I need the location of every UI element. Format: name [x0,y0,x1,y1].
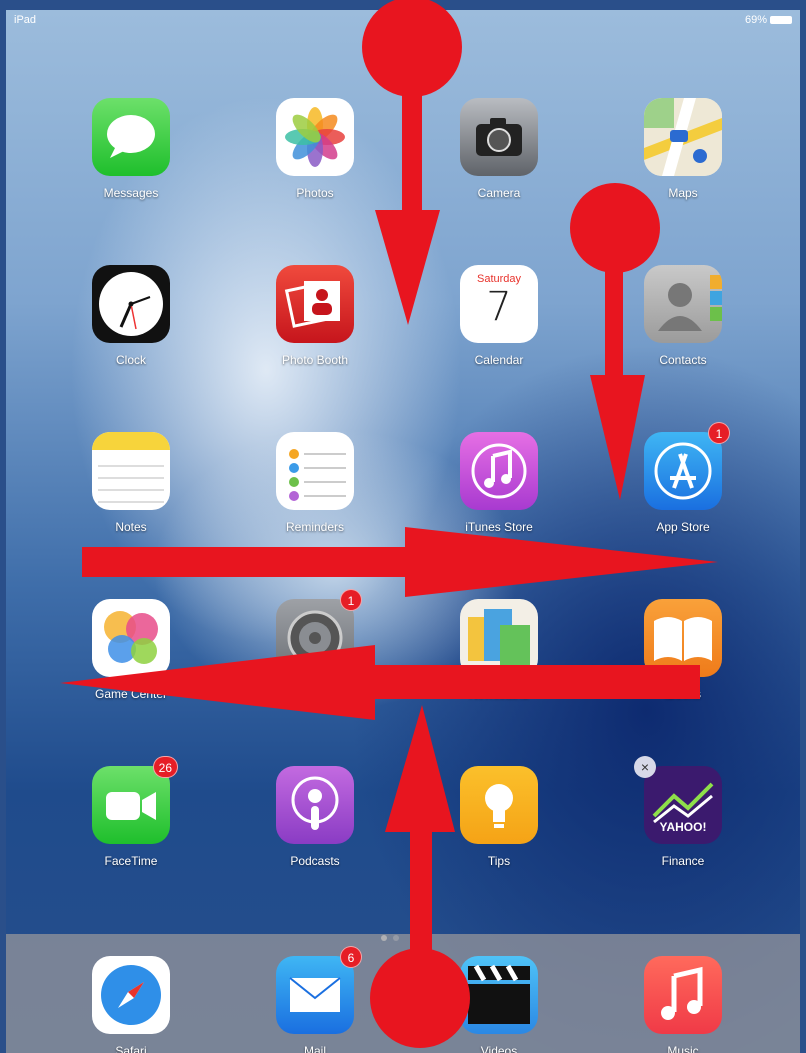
photos-icon [276,98,354,176]
app-label: iBooks [664,687,702,701]
app-label: Settings [293,687,337,701]
clock-icon [92,265,170,343]
game-center-icon [92,599,170,677]
app-label: FaceTime [104,854,158,868]
app-contacts[interactable]: Contacts [628,265,738,367]
safari-icon [92,956,170,1034]
notification-badge: 26 [152,756,178,778]
app-label: Podcasts [290,854,340,868]
app-finance[interactable]: YAHOO! × Finance [628,756,738,868]
tips-icon [460,766,538,844]
app-maps[interactable]: Maps [628,98,738,200]
dock-music[interactable]: Music [628,956,738,1053]
app-label: Photo Booth [281,353,349,367]
delete-app-button[interactable]: × [634,756,656,778]
app-ibooks[interactable]: iBooks [628,599,738,701]
app-label: Music [667,1044,699,1053]
dock-safari[interactable]: Safari [76,956,186,1053]
dock-mail[interactable]: 6 Mail [260,946,370,1053]
app-clock[interactable]: Clock [76,265,186,367]
app-label: Safari [115,1044,147,1053]
home-screen: iPad 69% Messages Photos Camera Maps Clo… [6,10,800,1053]
status-bar: iPad 69% [6,10,800,32]
maps-icon [644,98,722,176]
notification-badge: 6 [340,946,362,968]
app-calendar[interactable]: Saturday 7 Calendar [444,265,554,367]
itunes-store-icon [460,432,538,510]
battery-indicator: 69% [745,14,792,26]
app-itunes-store[interactable]: iTunes Store [444,432,554,534]
app-app-store[interactable]: 1 App Store [628,422,738,534]
app-label: Reminders [285,520,345,534]
app-settings[interactable]: 1 Settings [260,589,370,701]
app-camera[interactable]: Camera [444,98,554,200]
app-label: Tips [487,854,511,868]
app-label: Notes [115,520,147,534]
app-label: Finance [661,854,705,868]
app-tips[interactable]: Tips [444,766,554,868]
calendar-day: 7 [486,284,512,330]
app-label: Messages [103,186,159,200]
app-photo-booth[interactable]: Photo Booth [260,265,370,367]
app-label: Maps [668,186,698,200]
app-photos[interactable]: Photos [260,98,370,200]
notification-badge: 1 [708,422,730,444]
notes-icon [92,432,170,510]
photo-booth-icon [276,265,354,343]
notification-badge: 1 [340,589,362,611]
app-label: Camera [477,186,521,200]
app-label: Photos [296,186,334,200]
app-label: Mail [303,1044,326,1053]
app-facetime[interactable]: 26 FaceTime [76,756,186,868]
app-notes[interactable]: Notes [76,432,186,534]
calendar-icon: Saturday 7 [460,265,538,343]
app-podcasts[interactable]: Podcasts [260,766,370,868]
finance-icon: YAHOO! [644,766,722,844]
app-label: App Store [656,520,710,534]
app-label: Game Center [94,687,168,701]
app-label: Clock [115,353,146,367]
reminders-icon [276,432,354,510]
app-newsstand[interactable]: Newsstand [444,599,554,701]
camera-icon [460,98,538,176]
app-label: Newsstand [469,687,529,701]
app-reminders[interactable]: Reminders [260,432,370,534]
contacts-icon [644,265,722,343]
device-name: iPad [14,14,37,26]
podcasts-icon [276,766,354,844]
dock: Safari 6 Mail Videos Music [6,934,800,1053]
mail-icon [276,956,354,1034]
settings-icon [276,599,354,677]
dock-videos[interactable]: Videos [444,956,554,1053]
app-messages[interactable]: Messages [76,98,186,200]
facetime-icon [92,766,170,844]
app-label: Calendar [474,353,524,367]
videos-icon [460,956,538,1034]
messages-icon [92,98,170,176]
app-label: iTunes Store [465,520,533,534]
ibooks-icon [644,599,722,677]
app-store-icon [644,432,722,510]
battery-percent: 69% [744,14,767,26]
music-icon [644,956,722,1034]
newsstand-icon [460,599,538,677]
app-label: Videos [480,1044,518,1053]
app-game-center[interactable]: Game Center [76,599,186,701]
yahoo-logo-text: YAHOO! [659,820,707,834]
battery-icon [770,16,792,25]
app-label: Contacts [659,353,707,367]
